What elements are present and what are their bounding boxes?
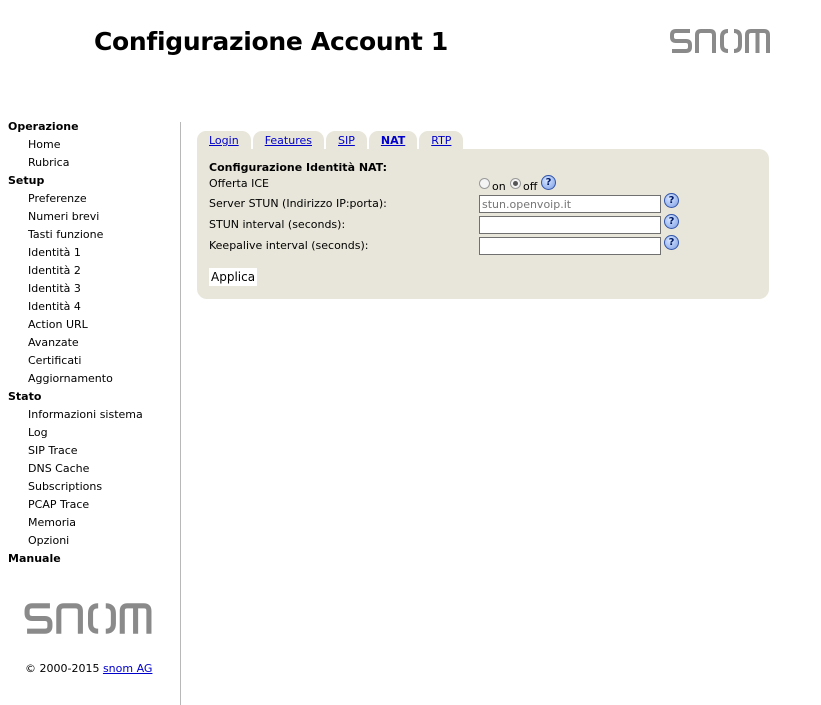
nav-item-identita-4[interactable]: Identità 4	[8, 300, 178, 318]
keepalive-interval-label: Keepalive interval (seconds):	[209, 239, 369, 252]
stun-server-input[interactable]	[479, 195, 661, 213]
nav-item-log[interactable]: Log	[8, 426, 178, 444]
nav-item-pcap-trace[interactable]: PCAP Trace	[8, 498, 178, 516]
copyright-text: © 2000-2015	[25, 662, 103, 675]
nav-section-manuale[interactable]: Manuale	[8, 552, 178, 570]
copyright-footer: © 2000-2015 snom AG	[25, 662, 152, 675]
nav-item-home[interactable]: Home	[8, 138, 178, 156]
ice-off-radio[interactable]	[510, 178, 521, 189]
nav-item-identita-2[interactable]: Identità 2	[8, 264, 178, 282]
sidebar-nav: Operazione Home Rubrica Setup Preferenze…	[8, 120, 178, 570]
ice-on-label: on	[492, 180, 506, 193]
keepalive-interval-input[interactable]	[479, 237, 661, 255]
snom-logo-footer	[23, 602, 153, 635]
stun-interval-help-icon[interactable]: ?	[664, 214, 679, 229]
nav-item-avanzate[interactable]: Avanzate	[8, 336, 178, 354]
nav-item-certificati[interactable]: Certificati	[8, 354, 178, 372]
tab-sip[interactable]: SIP	[326, 131, 367, 150]
stun-server-label: Server STUN (Indirizzo IP:porta):	[209, 197, 387, 210]
page-title: Configurazione Account 1	[94, 27, 449, 56]
nav-item-aggiornamento[interactable]: Aggiornamento	[8, 372, 178, 390]
nav-item-informazioni-sistema[interactable]: Informazioni sistema	[8, 408, 178, 426]
nav-item-sip-trace[interactable]: SIP Trace	[8, 444, 178, 462]
tab-bar: Login Features SIP NAT RTP	[197, 131, 465, 150]
ice-help-icon[interactable]: ?	[541, 175, 556, 190]
stun-interval-input[interactable]	[479, 216, 661, 234]
stun-interval-label: STUN interval (seconds):	[209, 218, 346, 231]
tab-nat[interactable]: NAT	[368, 131, 418, 150]
tab-login-link[interactable]: Login	[209, 134, 239, 147]
tab-rtp[interactable]: RTP	[419, 131, 464, 150]
ice-on-radio[interactable]	[479, 178, 490, 189]
nav-section-stato[interactable]: Stato	[8, 390, 178, 408]
nav-item-rubrica[interactable]: Rubrica	[8, 156, 178, 174]
nav-item-dns-cache[interactable]: DNS Cache	[8, 462, 178, 480]
nav-item-tasti-funzione[interactable]: Tasti funzione	[8, 228, 178, 246]
section-title: Configurazione Identità NAT:	[209, 161, 387, 174]
ice-label: Offerta ICE	[209, 177, 269, 190]
stun-server-help-icon[interactable]: ?	[664, 193, 679, 208]
tab-login[interactable]: Login	[197, 131, 251, 150]
nav-item-preferenze[interactable]: Preferenze	[8, 192, 178, 210]
nav-item-identita-3[interactable]: Identità 3	[8, 282, 178, 300]
tab-nat-link[interactable]: NAT	[381, 134, 405, 147]
nat-settings-panel: Configurazione Identità NAT: Offerta ICE…	[197, 149, 769, 299]
tab-features-link[interactable]: Features	[265, 134, 312, 147]
nav-section-operazione[interactable]: Operazione	[8, 120, 178, 138]
tab-features[interactable]: Features	[252, 131, 324, 150]
sidebar-divider	[180, 122, 181, 705]
nav-item-numeri-brevi[interactable]: Numeri brevi	[8, 210, 178, 228]
nav-item-action-url[interactable]: Action URL	[8, 318, 178, 336]
nav-item-subscriptions[interactable]: Subscriptions	[8, 480, 178, 498]
keepalive-interval-help-icon[interactable]: ?	[664, 235, 679, 250]
snom-logo	[670, 28, 770, 54]
tab-rtp-link[interactable]: RTP	[431, 134, 451, 147]
nav-item-memoria[interactable]: Memoria	[8, 516, 178, 534]
nav-item-opzioni[interactable]: Opzioni	[8, 534, 178, 552]
nav-item-identita-1[interactable]: Identità 1	[8, 246, 178, 264]
snom-ag-link[interactable]: snom AG	[103, 662, 153, 675]
apply-button[interactable]: Applica	[209, 268, 258, 286]
ice-off-label: off	[523, 180, 538, 193]
tab-sip-link[interactable]: SIP	[338, 134, 355, 147]
nav-section-setup[interactable]: Setup	[8, 174, 178, 192]
